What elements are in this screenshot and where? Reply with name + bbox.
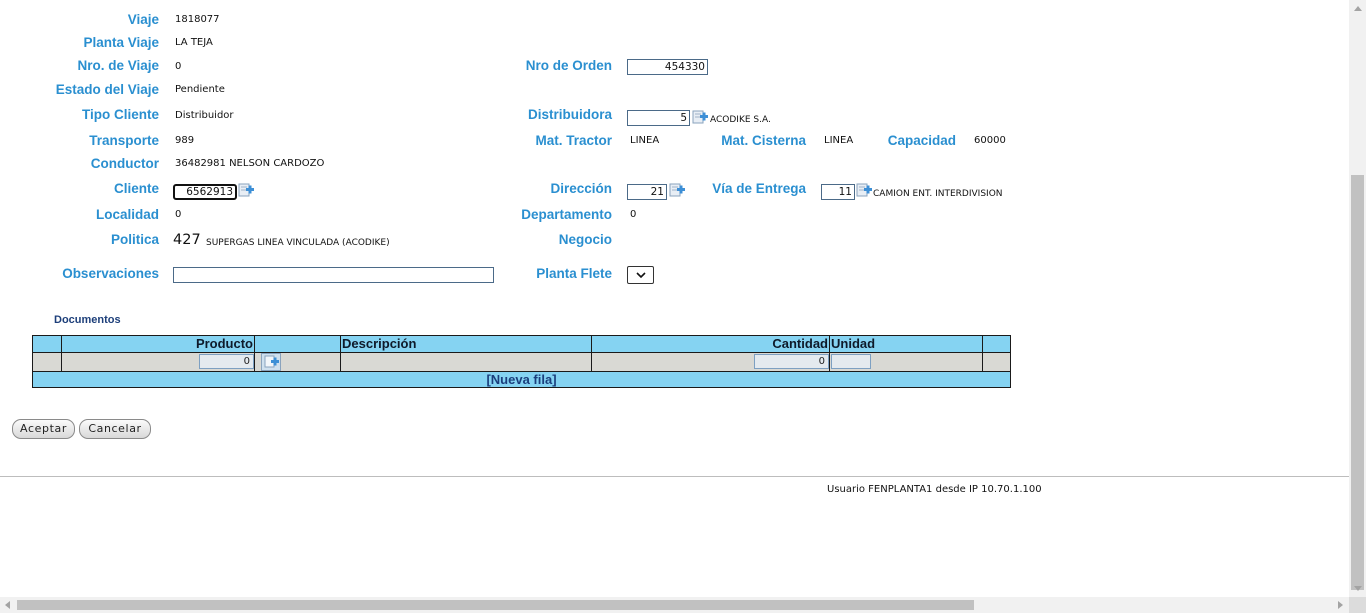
cancel-button[interactable]: Cancelar: [79, 419, 151, 439]
mat-tractor-value: LINEA: [630, 135, 660, 146]
horizontal-scroll-thumb[interactable]: [17, 600, 974, 610]
direccion-field[interactable]: 21: [627, 184, 667, 200]
scroll-down-icon[interactable]: [1354, 586, 1362, 591]
transporte-label: Transporte: [89, 133, 159, 148]
politica-name: SUPERGAS LINEA VINCULADA (ACODIKE): [206, 238, 390, 248]
horizontal-scrollbar[interactable]: [0, 597, 1349, 613]
row-producto-cell: 0: [62, 352, 255, 372]
vertical-scrollbar[interactable]: [1349, 0, 1366, 597]
grid-header-producto: Producto: [62, 336, 255, 352]
tipo-cliente-label: Tipo Cliente: [81, 107, 159, 122]
observaciones-label: Observaciones: [62, 266, 159, 281]
row-lookup-cell: [255, 352, 341, 372]
tipo-cliente-value: Distribuidor: [175, 110, 234, 121]
lookup-add-icon[interactable]: [261, 353, 281, 371]
distribuidora-field[interactable]: 5: [627, 110, 690, 126]
mat-cisterna-label: Mat. Cisterna: [721, 133, 806, 148]
conductor-value: 36482981 NELSON CARDOZO: [175, 158, 325, 169]
distribuidora-name: ACODIKE S.A.: [710, 115, 771, 125]
nro-orden-label: Nro de Orden: [525, 58, 612, 73]
lookup-add-icon[interactable]: [692, 109, 708, 125]
cliente-field[interactable]: 6562913: [173, 184, 237, 200]
direccion-label: Dirección: [550, 181, 612, 196]
unidad-input[interactable]: [831, 354, 871, 369]
row-unidad-cell: [830, 352, 983, 372]
vertical-scroll-thumb[interactable]: [1351, 175, 1364, 590]
mat-cisterna-value: LINEA: [824, 135, 854, 146]
capacidad-label: Capacidad: [887, 133, 956, 148]
departamento-value: 0: [630, 209, 637, 220]
grid-header-lookup: [255, 336, 341, 352]
footer-user-info: Usuario FENPLANTA1 desde IP 10.70.1.100: [827, 484, 1042, 495]
conductor-label: Conductor: [90, 156, 159, 171]
scroll-right-icon[interactable]: [1338, 601, 1343, 609]
cliente-label: Cliente: [113, 181, 159, 196]
localidad-value: 0: [175, 209, 182, 220]
footer-divider: [0, 476, 1349, 477]
transporte-value: 989: [175, 135, 195, 146]
grid-header-cantidad: Cantidad: [592, 336, 830, 352]
row-select-cell[interactable]: [33, 352, 62, 372]
planta-flete-select[interactable]: [627, 266, 654, 284]
grid-header-unidad: Unidad: [830, 336, 983, 352]
grid-header-select: [33, 336, 62, 352]
scrollbar-corner: [1349, 597, 1366, 613]
lookup-add-icon[interactable]: [669, 182, 685, 198]
accept-button[interactable]: Aceptar: [12, 419, 75, 439]
estado-label: Estado del Viaje: [55, 82, 159, 97]
negocio-label: Negocio: [558, 232, 612, 247]
nro-viaje-label: Nro. de Viaje: [77, 58, 159, 73]
row-cantidad-cell: 0: [592, 352, 830, 372]
viaje-value: 1818077: [175, 14, 220, 25]
planta-viaje-label: Planta Viaje: [83, 35, 159, 50]
viaje-label: Viaje: [127, 12, 159, 27]
observaciones-field[interactable]: [173, 267, 494, 283]
estado-value: Pendiente: [175, 84, 225, 95]
nro-orden-field[interactable]: 454330: [627, 59, 708, 75]
documentos-grid: Producto Descripción Cantidad Unidad 0 0…: [32, 335, 1011, 388]
cantidad-input[interactable]: 0: [754, 354, 829, 369]
via-entrega-name: CAMION ENT. INTERDIVISION: [873, 189, 1003, 199]
mat-tractor-label: Mat. Tractor: [535, 133, 612, 148]
politica-code: 427: [173, 232, 201, 248]
lookup-add-icon[interactable]: [238, 182, 254, 198]
lookup-add-icon[interactable]: [856, 182, 872, 198]
via-entrega-label: Vía de Entrega: [712, 181, 806, 196]
producto-input[interactable]: 0: [199, 354, 254, 369]
grid-header-descripcion: Descripción: [341, 336, 592, 352]
via-entrega-field[interactable]: 11: [821, 184, 855, 200]
new-row-link[interactable]: [Nueva fila]: [33, 372, 1010, 387]
scroll-up-icon[interactable]: [1354, 6, 1362, 11]
row-descripcion-cell: [341, 352, 592, 372]
scroll-left-icon[interactable]: [5, 601, 10, 609]
localidad-label: Localidad: [95, 207, 159, 222]
documentos-title: Documentos: [54, 314, 121, 326]
chevron-down-icon: [636, 272, 646, 279]
capacidad-value: 60000: [974, 135, 1006, 146]
planta-viaje-value: LA TEJA: [175, 37, 213, 48]
distribuidora-label: Distribuidora: [527, 107, 612, 122]
politica-label: Politica: [110, 232, 159, 247]
nro-viaje-value: 0: [175, 61, 182, 72]
departamento-label: Departamento: [521, 207, 612, 222]
planta-flete-label: Planta Flete: [536, 266, 612, 281]
